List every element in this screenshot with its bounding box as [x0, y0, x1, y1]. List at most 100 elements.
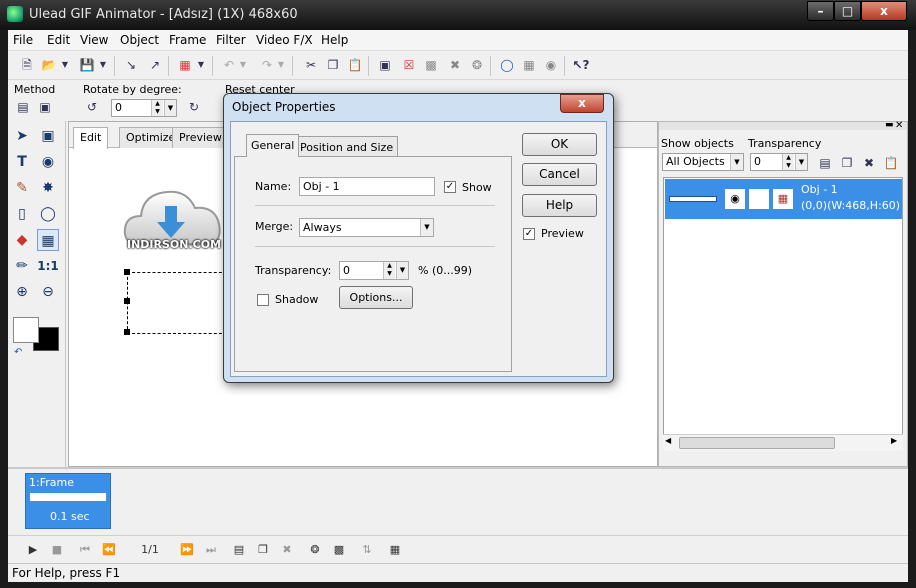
transform-tool-icon[interactable]: ◉	[37, 151, 59, 173]
context-help-icon[interactable]: ↖?	[572, 57, 590, 73]
panel-transparency-input[interactable]: 0 ▲ ▼ ▼	[750, 153, 808, 171]
menu-file[interactable]: File	[13, 33, 33, 47]
open-folder-icon[interactable]: 📂	[40, 57, 58, 73]
editor-dropdown-icon[interactable]: ▼	[196, 57, 206, 73]
scroll-left-icon[interactable]: ◀	[665, 436, 671, 445]
canvas-object[interactable]	[124, 269, 227, 335]
method-bounding-icon[interactable]: ▤	[14, 99, 32, 115]
menu-view[interactable]: View	[80, 33, 108, 47]
swap-colors-icon[interactable]: ↶	[14, 347, 22, 358]
open-dropdown-icon[interactable]: ▼	[60, 57, 70, 73]
transparency-dialog-input[interactable]: 0 ▲ ▼ ▼	[339, 261, 409, 280]
actual-size-icon[interactable]: 1:1	[37, 255, 59, 277]
wizard-icon[interactable]: ◉	[542, 57, 560, 73]
menu-edit[interactable]: Edit	[47, 33, 70, 47]
fill-tool-icon[interactable]: ◆	[11, 229, 33, 251]
undo-dropdown-icon[interactable]: ▼	[238, 57, 248, 73]
delete-frame-icon[interactable]: ✖	[278, 542, 296, 558]
last-frame-icon[interactable]: ⏭	[202, 542, 220, 558]
preview-checkbox[interactable]: ✓	[523, 228, 535, 240]
show-checkbox[interactable]: ✓	[444, 181, 456, 193]
image-editor-icon[interactable]: ▦	[176, 57, 194, 73]
export-icon[interactable]: ↗	[146, 57, 164, 73]
tween-icon[interactable]: ▩	[422, 57, 440, 73]
copy-icon[interactable]: ❐	[324, 57, 342, 73]
zoom-in-icon[interactable]: ⊕	[11, 281, 33, 303]
zoom-out-icon[interactable]: ⊖	[37, 281, 59, 303]
chevron-down-icon[interactable]: ▼	[420, 219, 433, 236]
foreground-color-swatch[interactable]	[13, 317, 39, 343]
previous-frame-icon[interactable]: ⏪	[100, 542, 118, 558]
rotate-cw-icon[interactable]: ↻	[185, 99, 203, 115]
maximize-button[interactable]: □	[834, 1, 861, 21]
menu-object[interactable]: Object	[120, 33, 159, 47]
merge-select[interactable]: Always ▼	[299, 218, 434, 237]
new-object-icon[interactable]: ▤	[816, 155, 834, 171]
transparency-spinner[interactable]: ▲ ▼	[782, 154, 794, 170]
minimize-button[interactable]: –	[807, 1, 834, 21]
tab-general[interactable]: General	[246, 134, 300, 157]
save-dropdown-icon[interactable]: ▼	[98, 57, 108, 73]
play-icon[interactable]: ▶	[24, 542, 42, 558]
tab-edit[interactable]: Edit	[73, 127, 109, 149]
rotate-degree-input[interactable]: 0 ▲ ▼ ▼	[111, 99, 177, 117]
menu-frame[interactable]: Frame	[169, 33, 206, 47]
magic-wand-icon[interactable]: ✸	[37, 177, 59, 199]
chevron-down-icon[interactable]: ▼	[396, 262, 408, 279]
resize-handle[interactable]	[124, 298, 130, 304]
lock-toggle[interactable]	[749, 189, 769, 209]
eye-icon[interactable]: ◉	[725, 189, 745, 209]
chevron-down-icon[interactable]: ▼	[730, 154, 743, 170]
add-frame-icon[interactable]: ▤	[230, 542, 248, 558]
frame-thumbnail[interactable]: 1:Frame 0.1 sec	[25, 473, 111, 529]
save-icon[interactable]: 💾	[78, 57, 96, 73]
scroll-right-icon[interactable]: ▶	[891, 436, 897, 445]
dialog-close-button[interactable]: x	[560, 94, 604, 113]
resize-handle[interactable]	[124, 329, 130, 335]
eyedropper-tool-icon[interactable]: ✏	[11, 255, 33, 277]
duplicate-frame-icon[interactable]: ❐	[254, 542, 272, 558]
panel-close-icon[interactable]: ✕	[895, 120, 903, 131]
chevron-down-icon[interactable]: ▼	[795, 154, 807, 170]
new-file-icon[interactable]: 🗎	[18, 57, 36, 73]
pick-tool-icon[interactable]: ➤	[11, 125, 33, 147]
tab-preview[interactable]: Preview	[172, 127, 229, 148]
frame-text-icon[interactable]: ▩	[330, 542, 348, 558]
object-properties-icon[interactable]: 📋	[882, 155, 900, 171]
redo-dropdown-icon[interactable]: ▼	[276, 57, 286, 73]
text-tool-icon[interactable]: T	[11, 151, 33, 173]
next-frame-icon[interactable]: ⏩	[178, 542, 196, 558]
rotate-dropdown-icon[interactable]: ▼	[164, 100, 176, 116]
scroll-thumb[interactable]	[679, 437, 835, 449]
redo-icon[interactable]: ↷	[258, 57, 276, 73]
crop-tool-icon[interactable]: ▦	[37, 229, 59, 251]
effect-icon[interactable]: ❂	[468, 57, 486, 73]
horizontal-scrollbar[interactable]: ◀ ▶	[663, 434, 903, 451]
optimize-icon[interactable]: ▦	[520, 57, 538, 73]
transform-icon[interactable]: ✖	[446, 57, 464, 73]
rotate-spinner[interactable]: ▲ ▼	[151, 100, 163, 116]
show-objects-select[interactable]: All Objects ▼	[662, 153, 744, 171]
close-button[interactable]: x	[861, 1, 907, 21]
help-button[interactable]: Help	[522, 194, 597, 217]
transparency-dialog-spinner[interactable]: ▲ ▼	[383, 262, 395, 279]
paste-icon[interactable]: 📋	[346, 57, 364, 73]
delete-frame-icon[interactable]: ☒	[400, 57, 418, 73]
tab-position-size[interactable]: Position and Size	[295, 136, 399, 157]
cut-icon[interactable]: ✂	[302, 57, 320, 73]
frame-effect-icon[interactable]: ⇅	[358, 542, 376, 558]
menu-help[interactable]: Help	[321, 33, 348, 47]
import-icon[interactable]: ↘	[122, 57, 140, 73]
marquee-tool-icon[interactable]: ▣	[37, 125, 59, 147]
cancel-button[interactable]: Cancel	[522, 163, 597, 186]
frame-icon[interactable]: ▣	[376, 57, 394, 73]
undo-icon[interactable]: ↶	[220, 57, 238, 73]
tween-frames-icon[interactable]: ❂	[306, 542, 324, 558]
first-frame-icon[interactable]: ⏮	[76, 542, 94, 558]
lasso-tool-icon[interactable]: ◯	[37, 203, 59, 225]
rotate-ccw-icon[interactable]: ↺	[83, 99, 101, 115]
menu-filter[interactable]: Filter	[216, 33, 246, 47]
frame-properties-icon[interactable]: ▦	[386, 542, 404, 558]
list-item[interactable]: ◉ ▦ Obj - 1 (0,0)(W:468,H:60)	[665, 179, 902, 219]
ok-button[interactable]: OK	[522, 133, 597, 156]
